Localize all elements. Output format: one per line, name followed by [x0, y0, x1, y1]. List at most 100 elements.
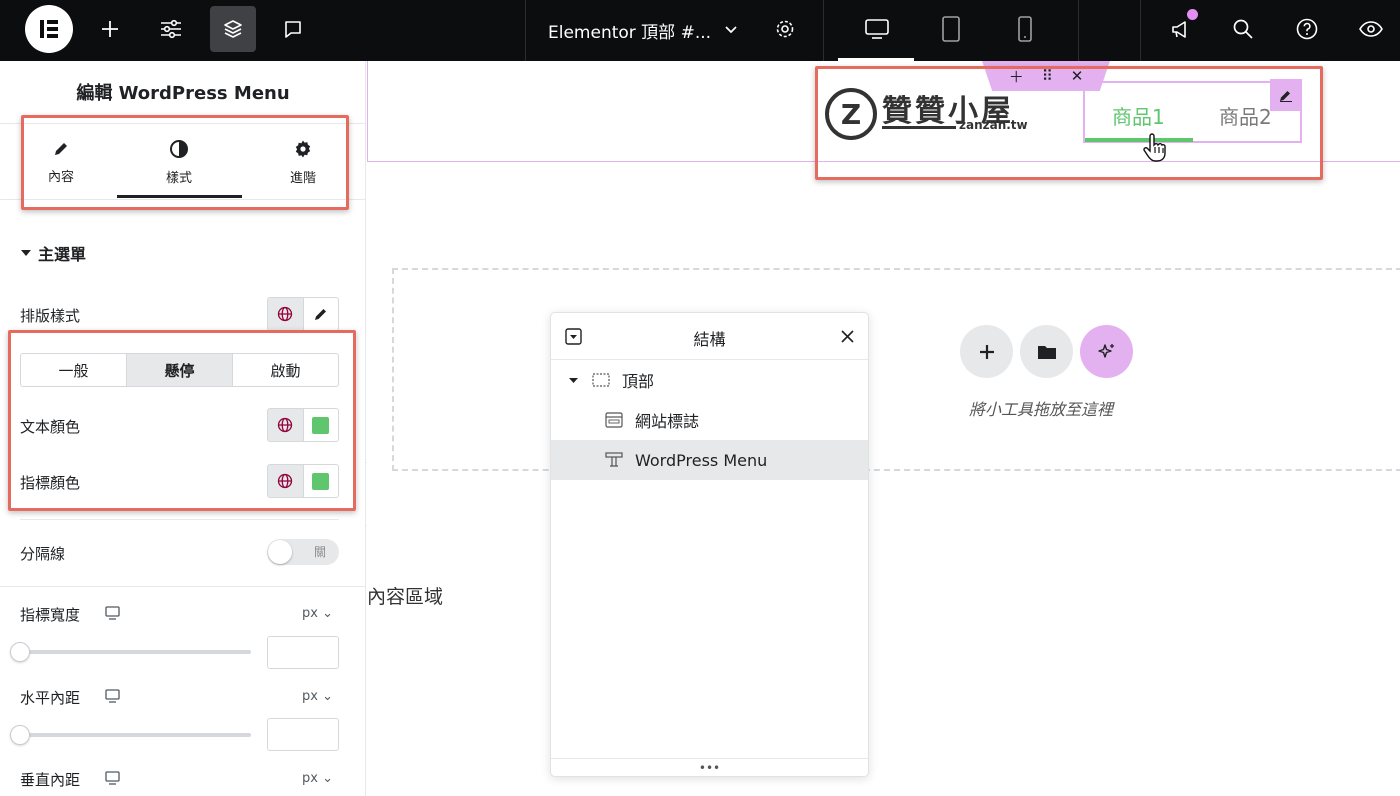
h-padding-label: 水平內距 — [20, 689, 81, 707]
panel-tabs: 內容 樣式 進階 — [0, 124, 366, 200]
unit-selector[interactable]: px ⌄ — [302, 689, 333, 704]
chevron-down-icon[interactable] — [708, 6, 754, 52]
toggle-knob — [268, 540, 292, 564]
container-icon — [592, 373, 610, 387]
folder-icon — [1037, 345, 1056, 359]
topbar-separator — [1078, 0, 1079, 61]
global-typography-button[interactable] — [268, 298, 303, 330]
globe-icon — [278, 473, 293, 489]
desktop-responsive-icon[interactable] — [105, 771, 120, 785]
navigator-header: 結構 — [551, 313, 868, 360]
add-element-button[interactable] — [87, 6, 133, 52]
navigator-item-label: WordPress Menu — [635, 450, 768, 470]
divider-toggle[interactable]: 關 — [267, 539, 339, 565]
typography-control — [267, 297, 339, 331]
notes-comment-icon[interactable] — [270, 6, 316, 52]
global-color-button[interactable] — [268, 465, 303, 497]
close-icon[interactable] — [841, 330, 854, 343]
edit-widget-button[interactable] — [1270, 79, 1302, 111]
navigator-title: 結構 — [693, 330, 726, 349]
navigator-item-label: 網站標誌 — [635, 412, 700, 431]
active-tab-indicator — [117, 195, 242, 198]
pointer-width-input[interactable] — [267, 636, 339, 669]
mobile-device-icon[interactable] — [1002, 6, 1048, 52]
tab-style[interactable]: 樣式 — [118, 124, 240, 200]
half-circle-icon — [170, 139, 188, 158]
navigator-item-wordpress-menu[interactable]: WordPress Menu — [551, 440, 868, 480]
tablet-device-icon[interactable] — [928, 6, 974, 52]
pointer-width-slider[interactable] — [10, 642, 251, 662]
navigator-item-site-logo[interactable]: 網站標誌 — [551, 400, 868, 440]
menu-pointer-underline — [1085, 138, 1193, 142]
top-bar: Elementor 頂部 #... — [0, 0, 1400, 61]
pointer-color-swatch[interactable] — [302, 465, 338, 497]
navigator-item-header[interactable]: 頂部 — [551, 360, 868, 400]
h-padding-slider[interactable] — [10, 725, 251, 745]
unit-selector[interactable]: px ⌄ — [302, 771, 333, 786]
logo-underline — [882, 126, 956, 129]
empty-drop-zone[interactable] — [392, 268, 1400, 471]
structure-layers-button[interactable] — [210, 6, 256, 52]
pencil-icon — [55, 142, 67, 155]
close-icon[interactable]: ✕ — [1071, 67, 1084, 85]
add-section-icon[interactable]: ＋ — [1009, 66, 1024, 87]
elementor-logo-icon[interactable] — [25, 5, 73, 53]
pencil-icon — [314, 309, 326, 320]
text-color-control — [267, 408, 339, 442]
logo-sub: zanzan.tw — [959, 118, 1028, 132]
pointer-color-control — [267, 464, 339, 498]
ai-generate-button[interactable] — [1080, 325, 1133, 378]
divider-label: 分隔線 — [20, 545, 66, 563]
tab-advanced-label: 進階 — [289, 170, 316, 186]
resize-handle-icon[interactable]: ••• — [551, 758, 868, 776]
edit-typography-button[interactable] — [302, 298, 338, 330]
state-tab-hover[interactable]: 懸停 — [126, 354, 233, 386]
menu-item-2[interactable]: 商品2 — [1219, 101, 1272, 130]
template-library-button[interactable] — [1020, 325, 1073, 378]
page-settings-gear-icon[interactable] — [762, 6, 808, 52]
typography-label: 排版樣式 — [20, 307, 81, 325]
content-area-label: 內容區域 — [367, 586, 444, 608]
gear-icon — [295, 140, 311, 157]
tab-content[interactable]: 內容 — [0, 124, 122, 200]
section-main-menu[interactable]: 主選單 — [20, 241, 86, 265]
h-padding-input[interactable] — [267, 718, 339, 751]
sparkle-icon — [1097, 343, 1114, 358]
slider-handle[interactable] — [10, 642, 30, 662]
notification-dot — [1187, 9, 1198, 20]
color-swatch — [312, 472, 330, 490]
state-tab-active[interactable]: 啟動 — [233, 354, 338, 386]
site-settings-sliders-icon[interactable] — [148, 6, 194, 52]
divider — [0, 586, 366, 587]
site-logo-widget-icon — [605, 412, 623, 428]
text-color-swatch[interactable] — [302, 409, 338, 441]
slider-handle[interactable] — [10, 725, 30, 745]
pointer-width-label: 指標寬度 — [20, 606, 81, 624]
panel-title: 編輯 WordPress Menu — [0, 61, 366, 124]
desktop-device-icon[interactable] — [854, 6, 900, 52]
document-title[interactable]: Elementor 頂部 #... — [548, 18, 711, 43]
global-color-button[interactable] — [268, 409, 303, 441]
preview-eye-icon[interactable] — [1348, 6, 1394, 52]
menu-item-1[interactable]: 商品1 — [1112, 101, 1165, 130]
editor-canvas: ＋ ⠿ ✕ Z 贊贊小屋 zanzan.tw 商品1 商品2 將小工具拖放至這裡… — [367, 61, 1400, 796]
desktop-responsive-icon[interactable] — [105, 606, 120, 620]
unit-selector[interactable]: px ⌄ — [302, 606, 333, 621]
tab-style-label: 樣式 — [165, 170, 192, 186]
site-logo-icon[interactable]: Z — [825, 88, 877, 140]
topbar-separator — [1140, 0, 1141, 61]
add-new-container-button[interactable] — [960, 325, 1013, 378]
caret-down-icon[interactable] — [568, 375, 579, 386]
search-icon[interactable] — [1220, 6, 1266, 52]
toggle-label: 關 — [313, 545, 326, 559]
pointer-color-label: 指標顏色 — [20, 474, 81, 492]
color-swatch — [312, 416, 330, 434]
drag-handle-icon[interactable]: ⠿ — [1042, 67, 1053, 85]
help-question-icon[interactable] — [1284, 6, 1330, 52]
topbar-separator — [823, 0, 824, 61]
desktop-responsive-icon[interactable] — [105, 689, 120, 703]
globe-icon — [278, 417, 293, 433]
tab-advanced[interactable]: 進階 — [242, 124, 364, 200]
state-tab-normal[interactable]: 一般 — [21, 354, 126, 386]
tab-content-label: 內容 — [47, 169, 74, 185]
